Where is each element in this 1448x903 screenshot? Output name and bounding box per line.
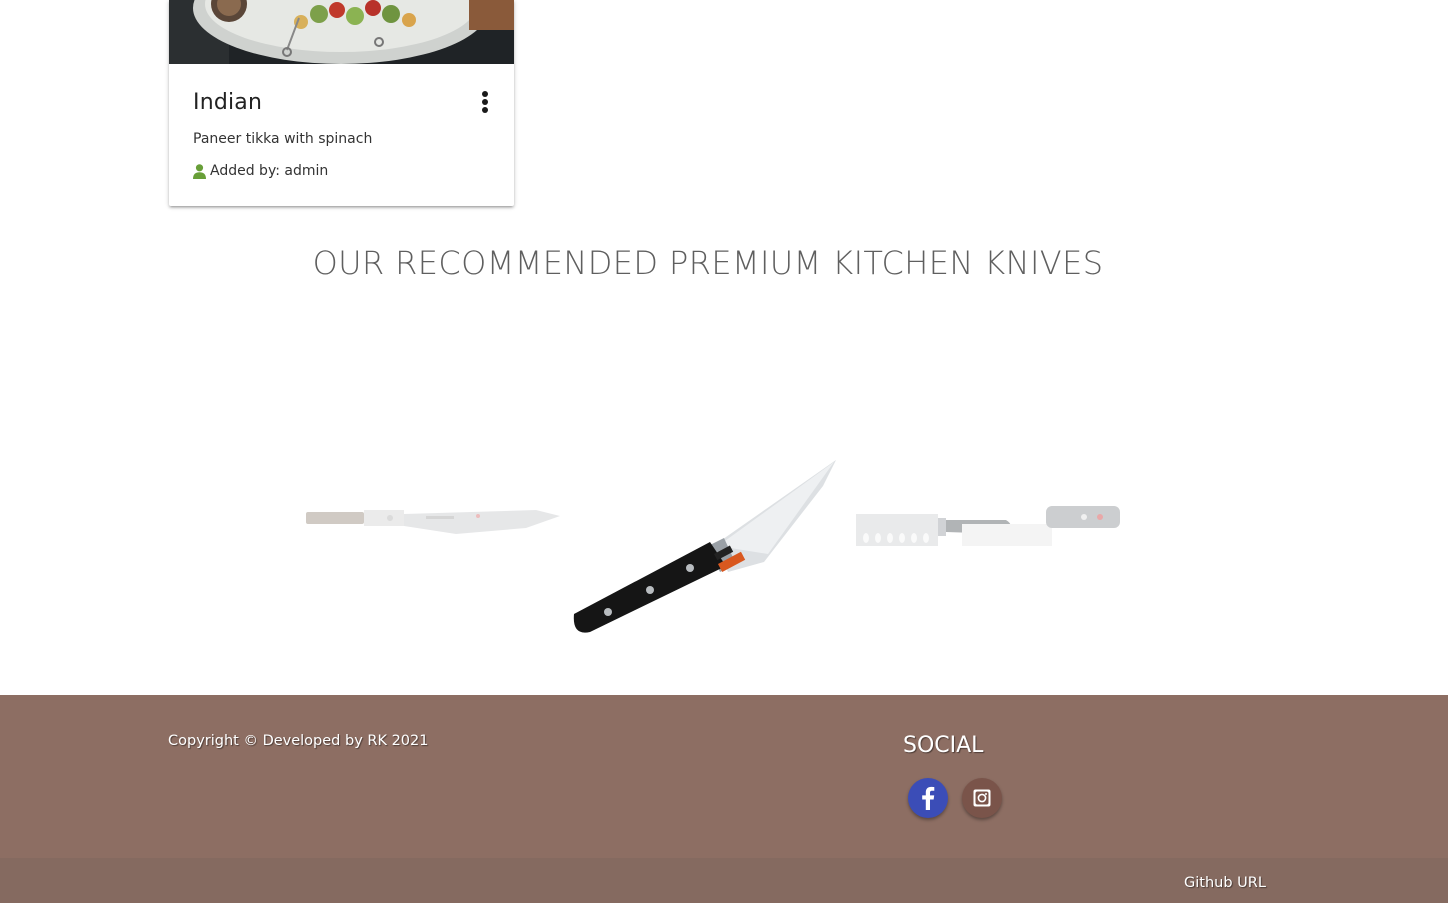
instagram-icon bbox=[973, 789, 991, 807]
user-icon bbox=[193, 163, 206, 179]
knife-carousel[interactable] bbox=[300, 420, 1140, 660]
carousel-item-utility-knife[interactable] bbox=[306, 500, 560, 560]
footer: Copyright © Developed by RK 2021 SOCIAL bbox=[0, 695, 1448, 858]
carousel-item-nakiri-knife[interactable] bbox=[856, 496, 1126, 558]
card-author: Added by: admin bbox=[193, 163, 328, 179]
footer-copyright: Copyright © Developed by RK 2021 bbox=[168, 733, 429, 749]
more-vert-icon[interactable] bbox=[479, 91, 491, 119]
recipe-image[interactable] bbox=[169, 0, 514, 64]
footer-bottom-bar: Github URL bbox=[0, 858, 1448, 903]
github-link[interactable]: Github URL bbox=[1184, 875, 1266, 891]
recipe-card[interactable]: Indian Paneer tikka with spinach Added b… bbox=[169, 0, 514, 206]
card-title: Indian bbox=[193, 90, 263, 115]
nakiri-knife-image bbox=[856, 506, 1120, 546]
footer-social-heading: SOCIAL bbox=[903, 733, 984, 758]
boning-knife-image bbox=[573, 460, 836, 633]
author-label: Added by: admin bbox=[210, 163, 329, 179]
instagram-button[interactable] bbox=[962, 778, 1002, 818]
facebook-icon bbox=[922, 786, 935, 810]
carousel-item-boning-knife[interactable] bbox=[568, 456, 843, 636]
section-title: OUR RECOMMENDED PREMIUM KITCHEN KNIVES bbox=[312, 244, 1104, 282]
facebook-button[interactable] bbox=[908, 778, 948, 818]
utility-knife-image bbox=[306, 510, 560, 534]
recipe-photo bbox=[169, 0, 514, 64]
card-description: Paneer tikka with spinach bbox=[193, 131, 373, 147]
